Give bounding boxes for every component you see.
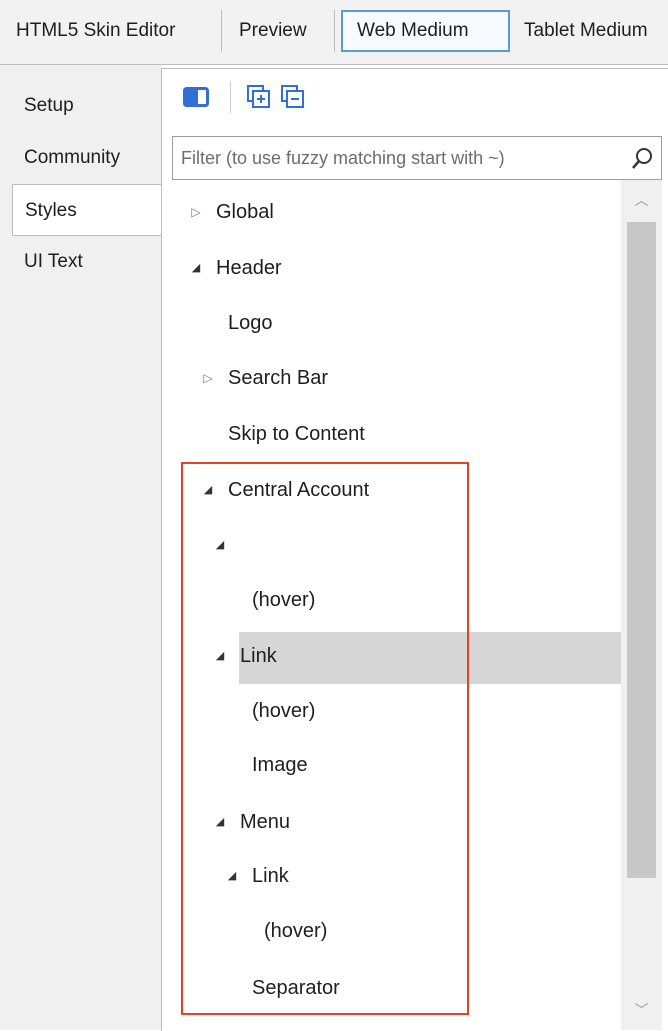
collapse-all-icon[interactable] — [280, 84, 306, 110]
tree-item-label: Separator — [252, 977, 340, 999]
panel-toggle-icon[interactable] — [183, 84, 209, 110]
tree-item-label: Element — [240, 534, 314, 556]
tree-item-label: Global — [216, 201, 274, 223]
tree-item-label: Link — [240, 645, 277, 667]
scroll-down-arrow-icon[interactable]: ﹀ — [621, 990, 662, 1030]
collapse-arrow-icon[interactable]: ◢ — [213, 631, 227, 681]
collapse-arrow-icon[interactable]: ◢ — [225, 851, 239, 901]
filter-box — [172, 136, 662, 180]
tab-web-medium[interactable]: Web Medium — [341, 10, 510, 52]
tree-item-label: (hover) — [252, 589, 316, 611]
tree-item-label: Menu — [240, 811, 291, 833]
tree-item-label: Header — [216, 257, 282, 279]
styles-tree: ▷ Global ◢ Header Logo ▷ Search Bar Skip… — [172, 185, 632, 1031]
toolbar-divider — [230, 81, 231, 113]
tree-item-global[interactable]: ▷ Global — [172, 187, 472, 237]
expand-arrow-icon[interactable]: ▷ — [201, 353, 215, 403]
tree-item-label: Link — [252, 865, 289, 887]
tree-item-logo[interactable]: Logo — [172, 298, 472, 348]
tab-preview[interactable]: Preview — [223, 10, 335, 52]
expand-arrow-icon[interactable]: ▷ — [189, 187, 203, 237]
tab-tablet-medium[interactable]: Tablet Medium — [512, 10, 668, 52]
side-tab-ui-text[interactable]: UI Text — [12, 236, 162, 288]
tree-item-label: Logo — [228, 312, 273, 334]
expand-all-icon[interactable] — [246, 84, 272, 110]
tree-item-image[interactable]: Image — [172, 740, 472, 790]
tree-item-label: Skip to Content — [228, 423, 365, 445]
tree-item-element-hover[interactable]: (hover) — [172, 575, 472, 625]
scroll-thumb[interactable] — [627, 222, 656, 878]
tree-item-label: Image — [252, 754, 308, 776]
collapse-arrow-icon[interactable]: ◢ — [213, 797, 227, 847]
side-tab-setup[interactable]: Setup — [12, 80, 162, 132]
filter-input[interactable] — [179, 137, 623, 179]
tree-item-search-bar[interactable]: ▷ Search Bar — [172, 353, 472, 403]
tree-item-menu-link-hover[interactable]: (hover) — [172, 906, 472, 956]
tree-item-menu[interactable]: ◢ Menu — [172, 797, 472, 847]
scroll-up-arrow-icon[interactable]: ︿ — [621, 180, 662, 220]
tree-item-link-hover[interactable]: (hover) — [172, 686, 472, 736]
tree-item-skip-to-content[interactable]: Skip to Content — [172, 409, 472, 459]
tree-scrollbar[interactable]: ︿ ﹀ — [621, 180, 662, 1030]
tree-item-element[interactable]: ◢ Element — [172, 520, 612, 570]
side-panel: Setup Community Styles UI Text — [0, 65, 163, 1030]
collapse-arrow-icon[interactable]: ◢ — [213, 520, 227, 570]
tree-item-label: Search Bar — [228, 367, 329, 389]
tree-item-label: (hover) — [264, 920, 328, 942]
styles-panel: ▷ Global ◢ Header Logo ▷ Search Bar Skip… — [161, 68, 668, 1031]
tree-item-separator[interactable]: Separator — [172, 963, 472, 1013]
editor-tab-strip: HTML5 Skin Editor Preview Web Medium Tab… — [0, 0, 668, 65]
tree-item-label: Central Account — [228, 479, 370, 501]
tree-item-central-account[interactable]: ◢ Central Account — [172, 465, 472, 515]
collapse-arrow-icon[interactable]: ◢ — [189, 243, 203, 293]
search-icon[interactable] — [631, 146, 655, 170]
collapse-arrow-icon[interactable]: ◢ — [201, 465, 215, 515]
side-tab-community[interactable]: Community — [12, 132, 162, 184]
side-tab-styles[interactable]: Styles — [12, 184, 163, 236]
tree-item-header[interactable]: ◢ Header — [172, 243, 472, 293]
tab-html5-skin-editor[interactable]: HTML5 Skin Editor — [0, 10, 222, 52]
tree-item-label: (hover) — [252, 700, 316, 722]
tree-item-link[interactable]: ◢ Link — [172, 631, 472, 681]
tree-item-menu-link[interactable]: ◢ Link — [172, 851, 472, 901]
